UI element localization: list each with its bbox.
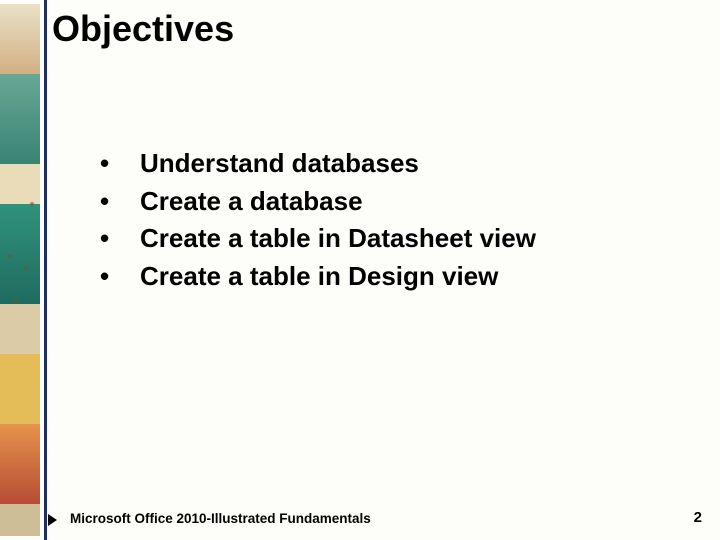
bullet-marker: • xyxy=(100,223,140,255)
bullet-text: Create a table in Design view xyxy=(140,261,498,293)
bullet-marker: • xyxy=(100,261,140,293)
list-item: • Create a table in Datasheet view xyxy=(100,223,536,255)
footer-arrow-icon xyxy=(48,514,57,526)
list-item: • Create a database xyxy=(100,186,536,218)
sidebar-art xyxy=(0,4,40,536)
slide-title: Objectives xyxy=(52,8,234,50)
bullet-marker: • xyxy=(100,186,140,218)
slide: Objectives • Understand databases • Crea… xyxy=(0,0,720,540)
vertical-rule xyxy=(44,0,47,540)
page-number: 2 xyxy=(694,509,702,526)
bullet-list: • Understand databases • Create a databa… xyxy=(100,148,536,299)
list-item: • Create a table in Design view xyxy=(100,261,536,293)
bullet-marker: • xyxy=(100,148,140,180)
bullet-text: Create a table in Datasheet view xyxy=(140,223,536,255)
list-item: • Understand databases xyxy=(100,148,536,180)
bullet-text: Understand databases xyxy=(140,148,419,180)
bullet-text: Create a database xyxy=(140,186,363,218)
footer-text: Microsoft Office 2010-Illustrated Fundam… xyxy=(70,511,371,526)
